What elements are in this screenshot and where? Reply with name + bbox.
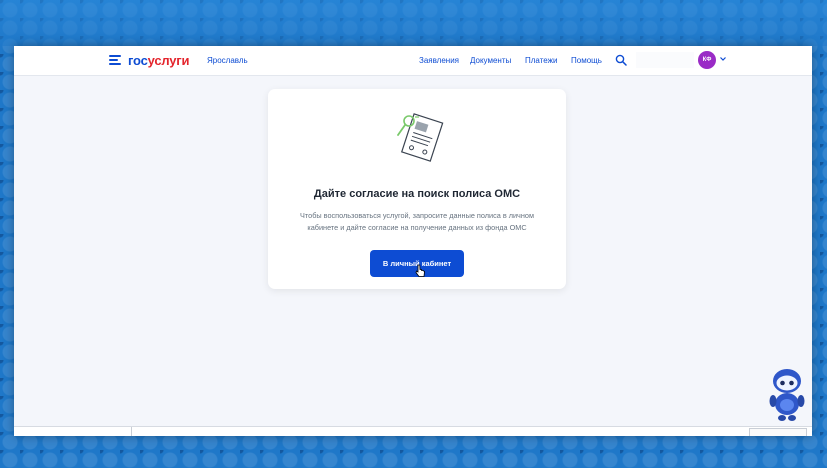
browser-window: госуслуги Ярославль Заявления Документы … bbox=[14, 46, 812, 436]
nav-help[interactable]: Помощь bbox=[571, 56, 602, 65]
download-item[interactable] bbox=[20, 429, 130, 435]
card-text-line-2: кабинете и дайте согласие на получение д… bbox=[307, 223, 527, 232]
nav-applications[interactable]: Заявления bbox=[419, 56, 459, 65]
show-all-button[interactable] bbox=[749, 428, 807, 436]
header-blank-area bbox=[636, 52, 694, 68]
site-header: госуслуги Ярославль Заявления Документы … bbox=[14, 46, 812, 76]
cursor-icon bbox=[415, 264, 425, 277]
card-description: Чтобы воспользоваться услугой, запросите… bbox=[292, 210, 542, 234]
logo-part-2: услуги bbox=[147, 53, 190, 68]
logo-part-1: гос bbox=[128, 53, 148, 68]
card-text-line-1: Чтобы воспользоваться услугой, запросите… bbox=[300, 211, 534, 220]
divider bbox=[131, 427, 132, 436]
document-illustration bbox=[397, 113, 444, 162]
background-glow bbox=[0, 0, 827, 46]
nav-payments[interactable]: Платежи bbox=[525, 56, 557, 65]
chevron-down-icon[interactable] bbox=[719, 55, 727, 63]
menu-icon[interactable] bbox=[109, 55, 121, 65]
search-icon[interactable] bbox=[615, 54, 627, 66]
nav-documents[interactable]: Документы bbox=[470, 56, 511, 65]
avatar[interactable]: КФ bbox=[698, 51, 716, 69]
consent-card: Дайте согласие на поиск полиса ОМС Чтобы… bbox=[268, 89, 566, 289]
download-bar bbox=[14, 426, 812, 436]
gosuslugi-logo[interactable]: госуслуги bbox=[128, 53, 190, 68]
region-selector[interactable]: Ярославль bbox=[207, 56, 248, 65]
robot-assistant-icon[interactable] bbox=[764, 362, 810, 434]
card-title: Дайте согласие на поиск полиса ОМС bbox=[313, 188, 521, 200]
